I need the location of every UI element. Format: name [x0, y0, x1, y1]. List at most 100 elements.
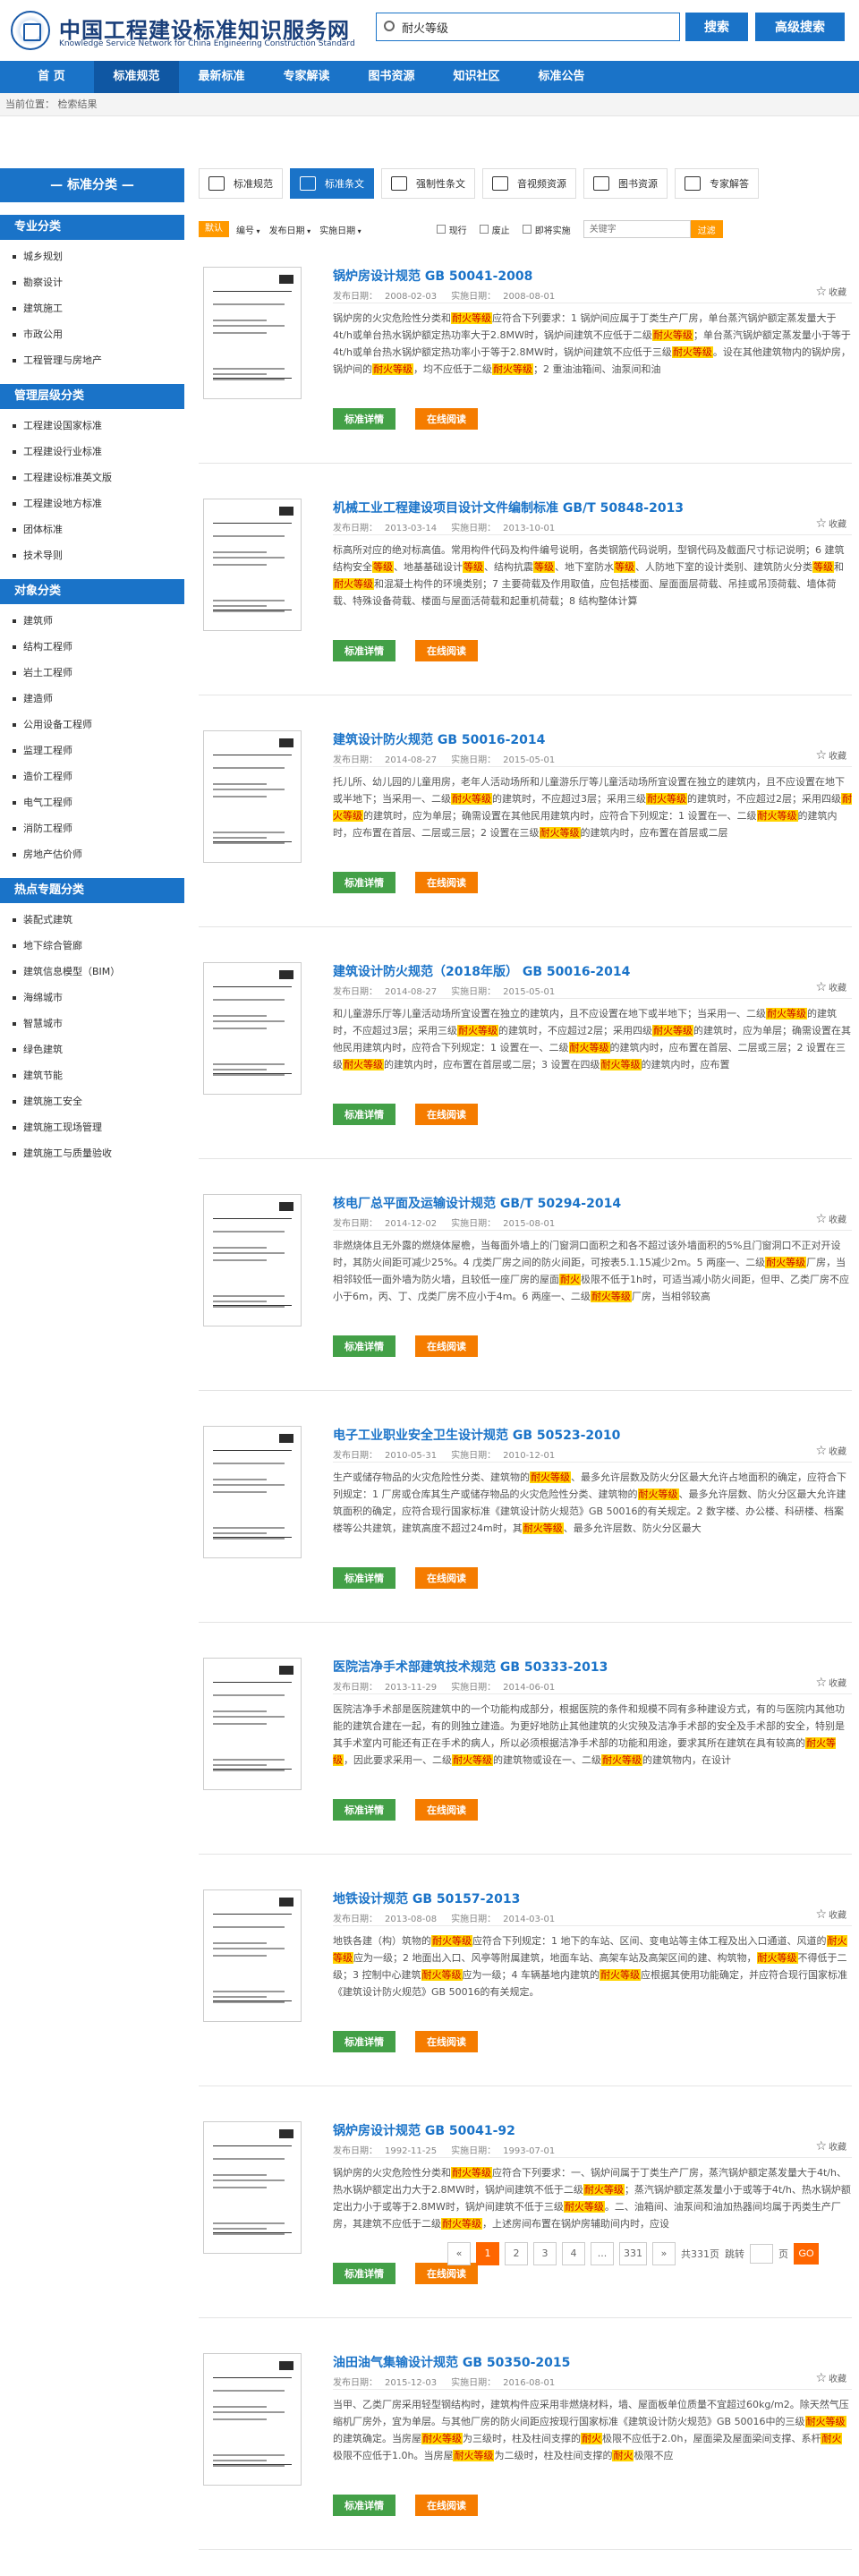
favorite-button[interactable]: ☆ 收藏 [815, 980, 846, 994]
sidebar-item[interactable]: 建筑施工与质量验收 [0, 1140, 184, 1166]
result-title[interactable]: 机械工业工程建设项目设计文件编制标准 GB/T 50848-2013 [333, 499, 684, 516]
sort-number[interactable]: 编号 [236, 223, 260, 236]
read-online-button[interactable]: 在线阅读 [415, 640, 478, 661]
favorite-button[interactable]: ☆ 收藏 [815, 285, 846, 299]
detail-button[interactable]: 标准详情 [333, 1335, 395, 1357]
sidebar-item[interactable]: 建造师 [0, 686, 184, 712]
detail-button[interactable]: 标准详情 [333, 1567, 395, 1589]
nav-books[interactable]: 图书资源 [349, 61, 434, 93]
result-title[interactable]: 建筑设计防火规范 GB 50016-2014 [333, 730, 545, 748]
sort-impl-date[interactable]: 实施日期 [319, 223, 361, 236]
standard-cover-thumbnail[interactable] [203, 1426, 302, 1558]
sidebar-item[interactable]: 电气工程师 [0, 789, 184, 815]
result-title[interactable]: 地铁设计规范 GB 50157-2013 [333, 1889, 520, 1907]
checkbox[interactable] [436, 225, 446, 234]
sidebar-item[interactable]: 建筑施工 [0, 295, 184, 321]
go-button[interactable]: GO [794, 2243, 819, 2265]
result-title[interactable]: 医院洁净手术部建筑技术规范 GB 50333-2013 [333, 1658, 608, 1676]
filter-upcoming[interactable]: 即将实施 [522, 223, 571, 236]
result-title[interactable]: 锅炉房设计规范 GB 50041-92 [333, 2121, 515, 2139]
sidebar-item[interactable]: 结构工程师 [0, 634, 184, 660]
favorite-button[interactable]: ☆ 收藏 [815, 2371, 846, 2385]
standard-cover-thumbnail[interactable] [203, 2121, 302, 2254]
nav-standards[interactable]: 标准规范 [94, 61, 179, 93]
detail-button[interactable]: 标准详情 [333, 1104, 395, 1125]
sidebar-item[interactable]: 消防工程师 [0, 815, 184, 841]
read-online-button[interactable]: 在线阅读 [415, 1104, 478, 1125]
search-input[interactable] [402, 17, 670, 37]
standard-cover-thumbnail[interactable] [203, 1194, 302, 1326]
favorite-button[interactable]: ☆ 收藏 [815, 1444, 846, 1458]
read-online-button[interactable]: 在线阅读 [415, 1335, 478, 1357]
standard-cover-thumbnail[interactable] [203, 499, 302, 631]
sidebar-item[interactable]: 绿色建筑 [0, 1036, 184, 1062]
sidebar-item[interactable]: 工程管理与房地产 [0, 347, 184, 373]
sidebar-item[interactable]: 勘察设计 [0, 269, 184, 295]
advanced-search-button[interactable]: 高级搜索 [755, 13, 845, 41]
detail-button[interactable]: 标准详情 [333, 2495, 395, 2516]
standard-cover-thumbnail[interactable] [203, 730, 302, 863]
filter-abolished[interactable]: 废止 [479, 223, 510, 236]
search-button[interactable]: 搜索 [685, 13, 748, 41]
sidebar-item[interactable]: 房地产估价师 [0, 841, 184, 867]
filter-button[interactable]: 过滤 [690, 220, 723, 238]
sidebar-item[interactable]: 工程建设标准英文版 [0, 465, 184, 490]
detail-button[interactable]: 标准详情 [333, 640, 395, 661]
tab-answers[interactable]: 专家解答 [675, 168, 759, 199]
standard-cover-thumbnail[interactable] [203, 1658, 302, 1790]
sidebar-category[interactable]: 热点专题分类 [0, 878, 184, 903]
sidebar-item[interactable]: 建筑节能 [0, 1062, 184, 1088]
sidebar-category[interactable]: 专业分类 [0, 215, 184, 240]
sidebar-item[interactable]: 工程建设地方标准 [0, 490, 184, 516]
nav-notices[interactable]: 标准公告 [519, 61, 604, 93]
sidebar-item[interactable]: 建筑施工现场管理 [0, 1114, 184, 1140]
favorite-button[interactable]: ☆ 收藏 [815, 2139, 846, 2154]
nav-community[interactable]: 知识社区 [434, 61, 519, 93]
search-box[interactable] [376, 13, 680, 41]
sidebar-item[interactable]: 市政公用 [0, 321, 184, 347]
read-online-button[interactable]: 在线阅读 [415, 2031, 478, 2052]
tab-clauses[interactable]: 标准条文 [290, 168, 374, 199]
sidebar-item[interactable]: 智慧城市 [0, 1011, 184, 1036]
page-button[interactable]: 3 [533, 2242, 557, 2265]
sidebar-item[interactable]: 城乡规划 [0, 243, 184, 269]
checkbox[interactable] [522, 225, 532, 234]
standard-cover-thumbnail[interactable] [203, 2353, 302, 2486]
result-title[interactable]: 油田油气集输设计规范 GB 50350-2015 [333, 2353, 570, 2371]
standard-cover-thumbnail[interactable] [203, 267, 302, 399]
page-button[interactable]: 2 [505, 2242, 528, 2265]
sort-pub-date[interactable]: 发布日期 [269, 223, 311, 236]
filter-current[interactable]: 现行 [436, 223, 467, 236]
favorite-button[interactable]: ☆ 收藏 [815, 516, 846, 531]
detail-button[interactable]: 标准详情 [333, 872, 395, 893]
sidebar-item[interactable]: 造价工程师 [0, 763, 184, 789]
standard-cover-thumbnail[interactable] [203, 1889, 302, 2022]
page-number-input[interactable] [750, 2244, 773, 2264]
detail-button[interactable]: 标准详情 [333, 2031, 395, 2052]
read-online-button[interactable]: 在线阅读 [415, 1567, 478, 1589]
tab-standards[interactable]: 标准规范 [199, 168, 283, 199]
page-button[interactable]: 4 [562, 2242, 585, 2265]
detail-button[interactable]: 标准详情 [333, 2263, 395, 2284]
read-online-button[interactable]: 在线阅读 [415, 2495, 478, 2516]
sidebar-item[interactable]: 监理工程师 [0, 738, 184, 763]
sidebar-item[interactable]: 工程建设国家标准 [0, 413, 184, 439]
sidebar-item[interactable]: 工程建设行业标准 [0, 439, 184, 465]
result-title[interactable]: 建筑设计防火规范（2018年版） GB 50016-2014 [333, 962, 630, 980]
sidebar-category[interactable]: 管理层级分类 [0, 384, 184, 409]
nav-home[interactable]: 首 页 [9, 61, 94, 93]
tab-media[interactable]: 音视频资源 [482, 168, 576, 199]
favorite-button[interactable]: ☆ 收藏 [815, 1907, 846, 1922]
prev-page-button[interactable]: « [447, 2242, 471, 2265]
next-page-button[interactable]: » [652, 2242, 676, 2265]
site-logo[interactable] [11, 11, 50, 50]
read-online-button[interactable]: 在线阅读 [415, 1799, 478, 1821]
nav-expert[interactable]: 专家解读 [264, 61, 349, 93]
result-title[interactable]: 电子工业职业安全卫生设计规范 GB 50523-2010 [333, 1426, 620, 1444]
keyword-filter-input[interactable] [583, 220, 691, 238]
checkbox[interactable] [479, 225, 489, 234]
sidebar-item[interactable]: 装配式建筑 [0, 907, 184, 933]
detail-button[interactable]: 标准详情 [333, 408, 395, 430]
nav-latest[interactable]: 最新标准 [179, 61, 264, 93]
sidebar-item[interactable]: 建筑师 [0, 608, 184, 634]
